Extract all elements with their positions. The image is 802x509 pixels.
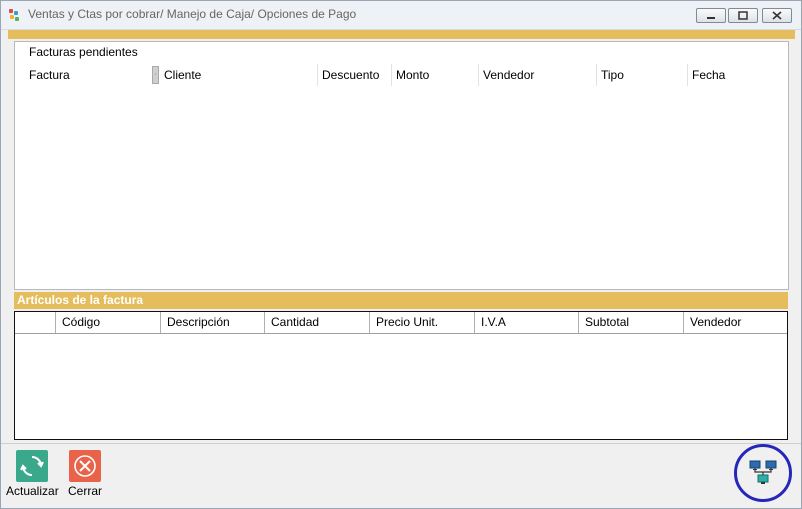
app-icon [9, 9, 21, 21]
invoice-items-grid: Código Descripción Cantidad Precio Unit.… [14, 311, 788, 440]
window-title: Ventas y Ctas por cobrar/ Manejo de Caja… [28, 7, 357, 21]
col-vendedor-items[interactable]: Vendedor [683, 312, 787, 333]
col-cantidad[interactable]: Cantidad [264, 312, 369, 333]
col-monto[interactable]: Monto [391, 64, 478, 86]
application-window: Ventas y Ctas por cobrar/ Manejo de Caja… [0, 0, 802, 509]
refresh-button[interactable]: Actualizar [6, 450, 59, 498]
refresh-label: Actualizar [6, 484, 59, 498]
col-descripcion[interactable]: Descripción [160, 312, 264, 333]
invoice-items-title: Artículos de la factura [14, 292, 788, 309]
top-accent-bar [8, 30, 795, 39]
toolbar-divider [1, 443, 801, 444]
cancel-icon [69, 450, 101, 482]
col-factura[interactable]: Factura [25, 64, 151, 86]
col-iva[interactable]: I.V.A [474, 312, 578, 333]
close-icon [772, 11, 782, 20]
column-resize-grip[interactable]: · [152, 66, 159, 84]
close-button[interactable]: Cerrar [59, 450, 111, 498]
close-label: Cerrar [67, 484, 102, 498]
invoice-items-header: Código Descripción Cantidad Precio Unit.… [15, 312, 787, 334]
col-precio-unit[interactable]: Precio Unit. [369, 312, 474, 333]
pending-invoices-header: Factura · Cliente Descuento Monto Vended… [25, 64, 785, 86]
col-tipo[interactable]: Tipo [596, 64, 687, 86]
col-row-selector[interactable] [15, 312, 55, 333]
refresh-icon [16, 450, 48, 482]
col-vendedor[interactable]: Vendedor [478, 64, 596, 86]
minimize-button[interactable] [696, 8, 726, 23]
pending-invoices-panel: Facturas pendientes Factura · Cliente De… [14, 41, 789, 290]
network-icon [749, 460, 777, 484]
minimize-icon [707, 16, 715, 19]
col-fecha[interactable]: Fecha [687, 64, 785, 86]
col-subtotal[interactable]: Subtotal [578, 312, 683, 333]
col-codigo[interactable]: Código [55, 312, 160, 333]
col-cliente[interactable]: Cliente [160, 64, 317, 86]
network-status-indicator[interactable] [734, 444, 792, 502]
close-window-button[interactable] [762, 8, 792, 23]
title-bar: Ventas y Ctas por cobrar/ Manejo de Caja… [1, 1, 801, 30]
pending-invoices-title: Facturas pendientes [29, 45, 138, 59]
maximize-button[interactable] [728, 8, 758, 23]
maximize-icon [738, 11, 748, 20]
col-descuento[interactable]: Descuento [317, 64, 391, 86]
